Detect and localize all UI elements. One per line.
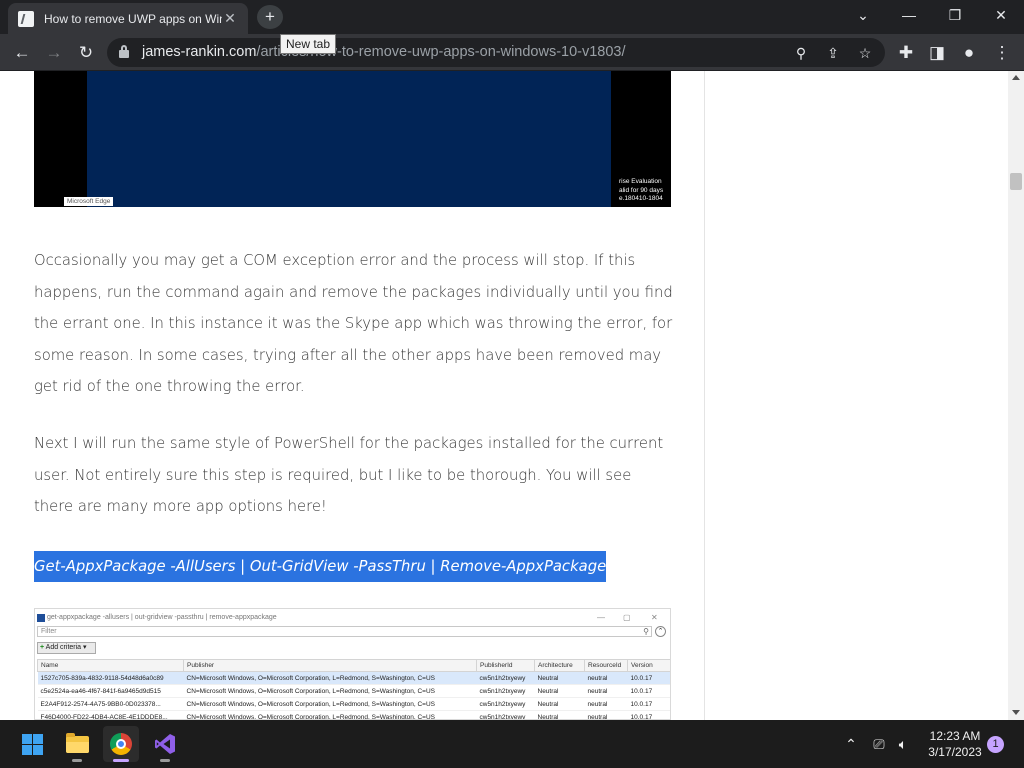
tab-search-button[interactable]: ⌄ (840, 0, 886, 30)
column-header: ResourceId (584, 659, 628, 672)
new-tab-button[interactable]: + (257, 5, 283, 29)
collapse-icon: ⌃ (655, 626, 666, 637)
column-header: Publisher (183, 659, 477, 672)
page-viewport: Microsoft Edge rise Evaluation alid for … (0, 71, 1024, 720)
column-header: Architecture (534, 659, 585, 672)
minimize-icon: — (597, 613, 605, 622)
tab-title: How to remove UWP apps on Windows 10 v18… (44, 11, 222, 26)
gridview-table: Name Publisher PublisherId Architecture … (37, 659, 670, 719)
restore-icon: ▢ (623, 613, 631, 622)
close-icon[interactable]: ✕ (222, 10, 238, 27)
powershell-icon (37, 614, 45, 622)
menu-kebab-icon[interactable]: ⋮ (989, 40, 1015, 66)
file-explorer-button[interactable] (59, 726, 95, 762)
back-arrow-icon[interactable]: ← (9, 40, 35, 66)
clock-time: 12:23 AM (929, 729, 981, 743)
system-clock[interactable]: 12:23 AM 3/17/2023 (918, 728, 992, 760)
close-window-button[interactable]: ✕ (978, 0, 1024, 30)
scrollbar-thumb[interactable] (1010, 173, 1022, 190)
url-text[interactable]: james-rankin.com/articles/how-to-remove-… (142, 44, 626, 60)
browser-toolbar: ← → ↻ james-rankin.com/articles/how-to-r… (0, 34, 1024, 71)
minimize-button[interactable]: — (886, 0, 932, 30)
notification-badge[interactable]: 1 (987, 736, 1004, 753)
gridview-filter-field: Filter ⚲ (37, 626, 652, 637)
clock-date: 3/17/2023 (928, 745, 982, 759)
article-screenshot-top: Microsoft Edge rise Evaluation alid for … (34, 71, 671, 207)
lock-icon[interactable] (119, 45, 129, 58)
side-panel-icon[interactable]: ◨ (924, 40, 950, 66)
table-row: E2A4F912-2574-4A75-9BB0-0D023378... CN=Mi… (37, 697, 670, 711)
close-icon: ✕ (651, 613, 658, 622)
browser-tab[interactable]: How to remove UWP apps on Windows 10 v18… (8, 3, 248, 34)
column-header: Version (627, 659, 670, 672)
show-hidden-icons-chevron-icon[interactable]: ⌃ (842, 720, 860, 768)
article-paragraph-2: Next I will run the same style of PowerS… (34, 435, 664, 515)
visual-studio-icon (155, 734, 175, 754)
volume-icon[interactable]: 🔈︎ (893, 720, 913, 768)
gridview-title-bar: get-appxpackage -allusers | out-gridview… (37, 611, 670, 625)
page-scrollbar[interactable] (1008, 71, 1024, 720)
column-header: Name (37, 659, 184, 672)
profile-avatar-icon[interactable]: ● (956, 40, 982, 66)
scroll-up-arrow-icon[interactable] (1012, 75, 1020, 80)
table-header-row: Name Publisher PublisherId Architecture … (37, 659, 670, 672)
forward-arrow-icon[interactable]: → (41, 40, 67, 66)
table-row: c5e2524a-ea46-4f67-841f-6a9465d9d515 CN=M… (37, 684, 670, 698)
windows-logo-icon (22, 734, 43, 755)
table-row: 1527c705-839a-4832-9118-54d48d6a0c89 CN=M… (37, 671, 670, 685)
visual-studio-button[interactable] (147, 726, 183, 762)
chrome-icon (110, 733, 132, 755)
extensions-icon[interactable]: ✚ (893, 40, 919, 66)
code-snippet-selected[interactable]: Get-AppxPackage -AllUsers | Out-GridView… (34, 551, 607, 582)
network-icon[interactable]: ⎚ (869, 720, 889, 768)
restore-button[interactable]: ❐ (932, 0, 978, 30)
start-button[interactable] (14, 726, 50, 762)
address-bar[interactable]: james-rankin.com/articles/how-to-remove-… (107, 38, 885, 67)
page-sidebar (704, 71, 1008, 720)
new-tab-tooltip: New tab (280, 34, 337, 54)
powershell-window (87, 71, 611, 207)
column-header: PublisherId (476, 659, 535, 672)
scroll-down-arrow-icon[interactable] (1012, 710, 1020, 715)
windows-taskbar: ⌃ ⎚ 🔈︎ 12:23 AM 3/17/2023 (0, 720, 1024, 768)
evaluation-watermark: rise Evaluation alid for 90 days e.18041… (619, 178, 664, 202)
bookmark-star-icon[interactable]: ☆ (854, 42, 876, 64)
folder-icon (66, 733, 89, 753)
chrome-taskbar-button[interactable] (103, 726, 139, 762)
search-icon: ⚲ (643, 627, 649, 636)
reload-icon[interactable]: ↻ (73, 40, 99, 66)
share-icon[interactable]: ⇪ (822, 42, 844, 64)
search-icon[interactable]: ⚲ (790, 42, 812, 64)
site-favicon-icon (18, 10, 34, 27)
add-criteria-button: + Add criteria ▾ (37, 642, 96, 654)
article-paragraph-1: Occasionally you may get a COM exception… (34, 252, 673, 395)
tab-strip: How to remove UWP apps on Windows 10 v18… (0, 0, 1024, 34)
article-screenshot-gridview: get-appxpackage -allusers | out-gridview… (34, 608, 671, 720)
edge-taskbar-caption: Microsoft Edge (64, 197, 114, 206)
table-row: F46D4000-FD22-4DB4-AC8E-4E1DDDE8... CN=Mi… (37, 710, 670, 719)
